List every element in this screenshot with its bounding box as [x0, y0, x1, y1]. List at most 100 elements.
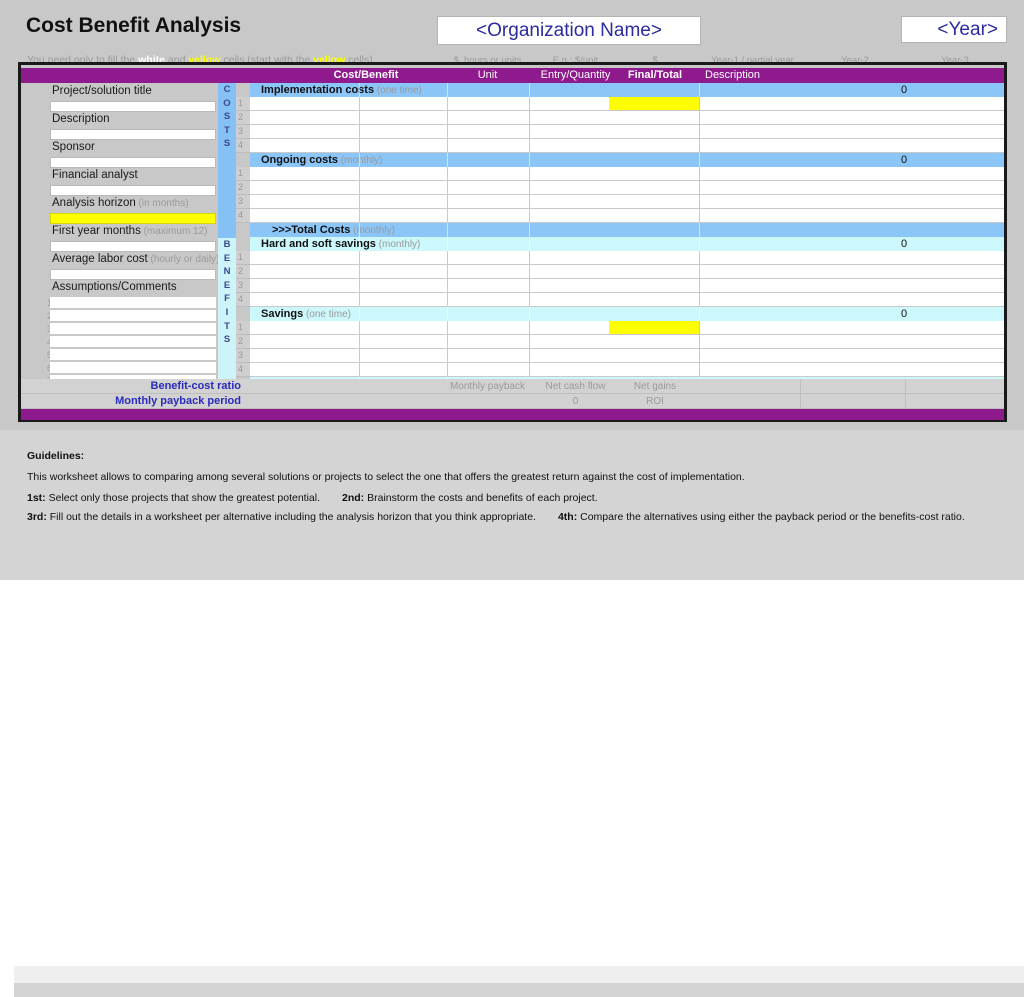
grid-row-number-3-1: 2: [236, 265, 250, 279]
cell-sep-0-2-2: [529, 125, 530, 139]
field-input-2[interactable]: [50, 157, 216, 168]
cell-sep-0-0-1: [447, 97, 448, 111]
summary-label-1: Monthly payback period: [101, 395, 241, 407]
assumption-input-1[interactable]: [50, 310, 216, 322]
grid-row-number-3-2: 3: [236, 279, 250, 293]
year-value: <Year>: [937, 19, 998, 41]
grid-row-number-4-2: 3: [236, 349, 250, 363]
step-4-num: 4th:: [558, 511, 577, 523]
grid-row-number-1-1: 2: [236, 181, 250, 195]
grid-row-3-1[interactable]: [250, 265, 1004, 279]
table-header-row: Cost/Benefit Unit Entry/Quantity Final/T…: [21, 68, 1004, 83]
section-col-sep-0-2: [529, 83, 530, 97]
cell-sep-1-0-2: [529, 167, 530, 181]
section-col-sep-1-0: [359, 153, 360, 167]
section-col-sep-1-2: [529, 153, 530, 167]
cell-sep-3-3-0: [359, 293, 360, 307]
assumption-input-4[interactable]: [50, 349, 216, 361]
highlighted-input-cell-4[interactable]: [609, 321, 699, 334]
cell-sep-0-2-0: [359, 125, 360, 139]
field-input-1[interactable]: [50, 129, 216, 140]
grid-row-0-1[interactable]: [250, 111, 1004, 125]
grid-row-0-0[interactable]: [250, 97, 1004, 111]
section-col-sep-3-3: [699, 237, 700, 251]
grid-row-4-2[interactable]: [250, 349, 1004, 363]
grid-row-3-2[interactable]: [250, 279, 1004, 293]
worksheet-canvas: Cost Benefit Analysis <Organization Name…: [0, 0, 1024, 580]
field-hint-4: (in months): [136, 198, 189, 209]
section-label-benefits: BENEFITS: [218, 238, 236, 388]
section-header-2: >>>Total Costs (monthly): [250, 223, 1004, 237]
field-input-0[interactable]: [50, 101, 216, 112]
section-name-1: Ongoing costs (monthly): [261, 154, 382, 166]
grid-row-3-0[interactable]: [250, 251, 1004, 265]
side-letter-1: E: [218, 252, 236, 266]
grid-row-4-0[interactable]: [250, 321, 1004, 335]
cell-sep-3-0-1: [447, 251, 448, 265]
assumption-input-2[interactable]: [50, 323, 216, 335]
section-col-sep-3-2: [529, 237, 530, 251]
cell-sep-0-1-1: [447, 111, 448, 125]
grid-row-4-3[interactable]: [250, 363, 1004, 377]
cell-sep-4-0-2: [529, 321, 530, 335]
field-input-5[interactable]: [50, 241, 216, 252]
cell-sep-0-0-3: [699, 97, 700, 111]
highlighted-input-cell-0[interactable]: [609, 97, 699, 110]
side-letter-0: B: [218, 238, 236, 252]
side-letter-2: N: [218, 265, 236, 279]
grid-row-1-0[interactable]: [250, 167, 1004, 181]
side-letter-4: S: [218, 137, 236, 151]
cell-sep-3-1-1: [447, 265, 448, 279]
cell-sep-3-1-0: [359, 265, 360, 279]
field-input-6[interactable]: [50, 269, 216, 280]
grid-row-4-1[interactable]: [250, 335, 1004, 349]
cell-sep-3-2-2: [529, 279, 530, 293]
section-col-sep-4-3: [699, 307, 700, 321]
section-col-sep-2-2: [529, 223, 530, 237]
grid-row-0-3[interactable]: [250, 139, 1004, 153]
section-label-costs: COSTS: [218, 83, 236, 238]
title-bar: Cost Benefit Analysis <Organization Name…: [0, 0, 1024, 52]
section-col-sep-4-1: [447, 307, 448, 321]
assumption-input-5[interactable]: [50, 362, 216, 374]
cell-sep-3-2-1: [447, 279, 448, 293]
guidelines-step-1: 1st: Select only those projects that sho…: [27, 492, 598, 504]
summary-cell-1-2: ROI: [610, 396, 700, 407]
grid-row-number-4-0: 1: [236, 321, 250, 335]
assumption-input-0[interactable]: [50, 297, 216, 309]
grid-row-1-2[interactable]: [250, 195, 1004, 209]
cell-sep-0-3-3: [699, 139, 700, 153]
step-2-num: 2nd:: [342, 492, 364, 504]
cell-sep-3-0-3: [699, 251, 700, 265]
cell-sep-3-1-2: [529, 265, 530, 279]
year-input[interactable]: <Year>: [901, 16, 1007, 43]
cell-sep-1-2-0: [359, 195, 360, 209]
section-qualifier-1: (monthly): [338, 155, 382, 166]
summary-cell-0-2: Net gains: [610, 381, 700, 392]
cell-sep-1-1-0: [359, 181, 360, 195]
grid-row-0-2[interactable]: [250, 125, 1004, 139]
cell-sep-4-2-3: [699, 349, 700, 363]
organization-name-input[interactable]: <Organization Name>: [437, 16, 701, 45]
cell-sep-4-3-0: [359, 363, 360, 377]
cell-sep-1-3-2: [529, 209, 530, 223]
grid-row-number-0-0: 1: [236, 97, 250, 111]
grid-row-3-3[interactable]: [250, 293, 1004, 307]
assumption-input-3[interactable]: [50, 336, 216, 348]
section-name-3: Hard and soft savings (monthly): [261, 238, 420, 250]
field-input-4[interactable]: [50, 213, 216, 224]
field-label-1: Description: [52, 113, 110, 125]
cell-sep-0-3-0: [359, 139, 360, 153]
organization-name-value: <Organization Name>: [476, 20, 662, 42]
cell-sep-3-3-2: [529, 293, 530, 307]
grid-row-1-1[interactable]: [250, 181, 1004, 195]
cell-sep-0-1-2: [529, 111, 530, 125]
guidelines-panel: Guidelines: This worksheet allows to com…: [0, 430, 1024, 580]
field-input-3[interactable]: [50, 185, 216, 196]
side-letter-3: T: [218, 124, 236, 138]
section-col-sep-1-1: [447, 153, 448, 167]
step-2-text: Brainstorm the costs and benefits of eac…: [364, 492, 597, 504]
grid-row-1-3[interactable]: [250, 209, 1004, 223]
section-name-2: >>>Total Costs (monthly): [272, 224, 395, 236]
cell-sep-4-1-2: [529, 335, 530, 349]
